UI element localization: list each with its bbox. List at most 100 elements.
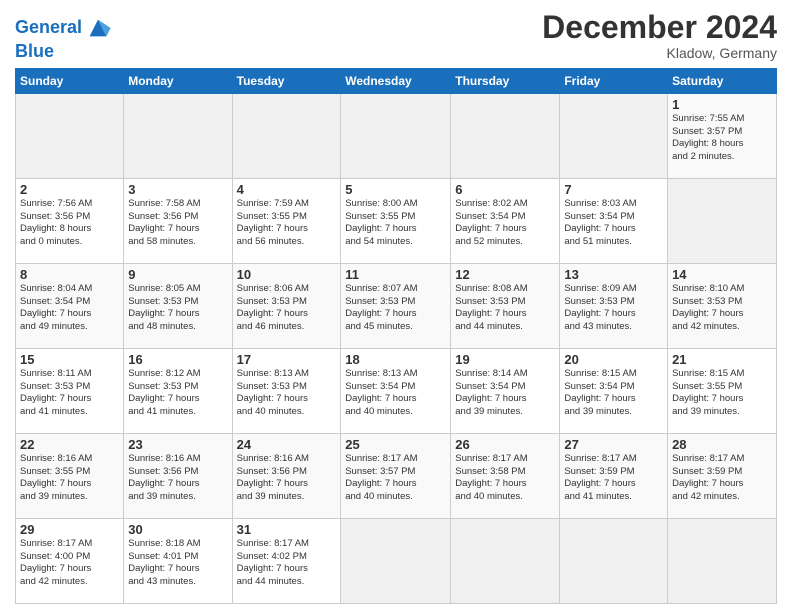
day-number: 4 xyxy=(237,182,337,197)
day-info: Sunrise: 8:17 AM Sunset: 4:02 PM Dayligh… xyxy=(237,538,337,589)
header-row: General Blue December 2024 Kladow, Germa… xyxy=(15,10,777,62)
week-row-2: 8Sunrise: 8:04 AM Sunset: 3:54 PM Daylig… xyxy=(16,263,777,348)
logo-blue-text: Blue xyxy=(15,42,112,62)
table-row: 28Sunrise: 8:17 AM Sunset: 3:59 PM Dayli… xyxy=(668,433,777,518)
day-number: 18 xyxy=(345,352,446,367)
table-row: 24Sunrise: 8:16 AM Sunset: 3:56 PM Dayli… xyxy=(232,433,341,518)
table-row: 22Sunrise: 8:16 AM Sunset: 3:55 PM Dayli… xyxy=(16,433,124,518)
day-info: Sunrise: 8:15 AM Sunset: 3:54 PM Dayligh… xyxy=(564,368,663,419)
calendar-table: Sunday Monday Tuesday Wednesday Thursday… xyxy=(15,68,777,604)
day-number: 22 xyxy=(20,437,119,452)
subtitle: Kladow, Germany xyxy=(542,45,777,61)
day-number: 6 xyxy=(455,182,555,197)
table-row xyxy=(124,93,232,178)
table-row: 25Sunrise: 8:17 AM Sunset: 3:57 PM Dayli… xyxy=(341,433,451,518)
table-row: 7Sunrise: 8:03 AM Sunset: 3:54 PM Daylig… xyxy=(560,178,668,263)
page-container: General Blue December 2024 Kladow, Germa… xyxy=(0,0,792,614)
month-title: December 2024 xyxy=(542,10,777,45)
day-number: 8 xyxy=(20,267,119,282)
table-row: 18Sunrise: 8:13 AM Sunset: 3:54 PM Dayli… xyxy=(341,348,451,433)
day-number: 19 xyxy=(455,352,555,367)
table-row xyxy=(560,93,668,178)
day-info: Sunrise: 7:59 AM Sunset: 3:55 PM Dayligh… xyxy=(237,198,337,249)
table-row: 12Sunrise: 8:08 AM Sunset: 3:53 PM Dayli… xyxy=(451,263,560,348)
day-info: Sunrise: 7:58 AM Sunset: 3:56 PM Dayligh… xyxy=(128,198,227,249)
table-row: 29Sunrise: 8:17 AM Sunset: 4:00 PM Dayli… xyxy=(16,518,124,603)
table-row: 3Sunrise: 7:58 AM Sunset: 3:56 PM Daylig… xyxy=(124,178,232,263)
day-number: 3 xyxy=(128,182,227,197)
day-number: 7 xyxy=(564,182,663,197)
table-row xyxy=(16,93,124,178)
day-number: 2 xyxy=(20,182,119,197)
day-number: 11 xyxy=(345,267,446,282)
table-row: 30Sunrise: 8:18 AM Sunset: 4:01 PM Dayli… xyxy=(124,518,232,603)
day-info: Sunrise: 8:05 AM Sunset: 3:53 PM Dayligh… xyxy=(128,283,227,334)
table-row: 2Sunrise: 7:56 AM Sunset: 3:56 PM Daylig… xyxy=(16,178,124,263)
table-row: 15Sunrise: 8:11 AM Sunset: 3:53 PM Dayli… xyxy=(16,348,124,433)
table-row: 11Sunrise: 8:07 AM Sunset: 3:53 PM Dayli… xyxy=(341,263,451,348)
table-row: 21Sunrise: 8:15 AM Sunset: 3:55 PM Dayli… xyxy=(668,348,777,433)
day-info: Sunrise: 8:00 AM Sunset: 3:55 PM Dayligh… xyxy=(345,198,446,249)
day-info: Sunrise: 8:17 AM Sunset: 3:58 PM Dayligh… xyxy=(455,453,555,504)
day-info: Sunrise: 8:13 AM Sunset: 3:53 PM Dayligh… xyxy=(237,368,337,419)
table-row xyxy=(341,518,451,603)
day-info: Sunrise: 8:12 AM Sunset: 3:53 PM Dayligh… xyxy=(128,368,227,419)
day-info: Sunrise: 8:17 AM Sunset: 3:59 PM Dayligh… xyxy=(564,453,663,504)
table-row: 23Sunrise: 8:16 AM Sunset: 3:56 PM Dayli… xyxy=(124,433,232,518)
day-number: 5 xyxy=(345,182,446,197)
header-friday: Friday xyxy=(560,68,668,93)
table-row xyxy=(451,93,560,178)
table-row: 1Sunrise: 7:55 AM Sunset: 3:57 PM Daylig… xyxy=(668,93,777,178)
day-number: 13 xyxy=(564,267,663,282)
day-number: 15 xyxy=(20,352,119,367)
title-area: December 2024 Kladow, Germany xyxy=(542,10,777,61)
header-wednesday: Wednesday xyxy=(341,68,451,93)
day-info: Sunrise: 8:14 AM Sunset: 3:54 PM Dayligh… xyxy=(455,368,555,419)
day-number: 16 xyxy=(128,352,227,367)
header-row-days: Sunday Monday Tuesday Wednesday Thursday… xyxy=(16,68,777,93)
header-saturday: Saturday xyxy=(668,68,777,93)
day-info: Sunrise: 8:09 AM Sunset: 3:53 PM Dayligh… xyxy=(564,283,663,334)
table-row: 31Sunrise: 8:17 AM Sunset: 4:02 PM Dayli… xyxy=(232,518,341,603)
table-row xyxy=(451,518,560,603)
table-row: 14Sunrise: 8:10 AM Sunset: 3:53 PM Dayli… xyxy=(668,263,777,348)
day-info: Sunrise: 8:17 AM Sunset: 4:00 PM Dayligh… xyxy=(20,538,119,589)
table-row xyxy=(668,178,777,263)
header-monday: Monday xyxy=(124,68,232,93)
table-row: 17Sunrise: 8:13 AM Sunset: 3:53 PM Dayli… xyxy=(232,348,341,433)
week-row-0: 1Sunrise: 7:55 AM Sunset: 3:57 PM Daylig… xyxy=(16,93,777,178)
day-number: 23 xyxy=(128,437,227,452)
table-row: 16Sunrise: 8:12 AM Sunset: 3:53 PM Dayli… xyxy=(124,348,232,433)
table-row: 13Sunrise: 8:09 AM Sunset: 3:53 PM Dayli… xyxy=(560,263,668,348)
day-info: Sunrise: 8:03 AM Sunset: 3:54 PM Dayligh… xyxy=(564,198,663,249)
day-number: 31 xyxy=(237,522,337,537)
day-number: 10 xyxy=(237,267,337,282)
header-tuesday: Tuesday xyxy=(232,68,341,93)
logo-icon xyxy=(84,14,112,42)
day-info: Sunrise: 8:08 AM Sunset: 3:53 PM Dayligh… xyxy=(455,283,555,334)
day-number: 20 xyxy=(564,352,663,367)
table-row xyxy=(668,518,777,603)
table-row: 5Sunrise: 8:00 AM Sunset: 3:55 PM Daylig… xyxy=(341,178,451,263)
day-info: Sunrise: 8:16 AM Sunset: 3:56 PM Dayligh… xyxy=(128,453,227,504)
table-row xyxy=(341,93,451,178)
day-number: 12 xyxy=(455,267,555,282)
day-info: Sunrise: 8:16 AM Sunset: 3:55 PM Dayligh… xyxy=(20,453,119,504)
table-row: 9Sunrise: 8:05 AM Sunset: 3:53 PM Daylig… xyxy=(124,263,232,348)
table-row xyxy=(232,93,341,178)
day-number: 24 xyxy=(237,437,337,452)
day-info: Sunrise: 8:13 AM Sunset: 3:54 PM Dayligh… xyxy=(345,368,446,419)
day-info: Sunrise: 8:02 AM Sunset: 3:54 PM Dayligh… xyxy=(455,198,555,249)
header-sunday: Sunday xyxy=(16,68,124,93)
day-number: 27 xyxy=(564,437,663,452)
table-row: 26Sunrise: 8:17 AM Sunset: 3:58 PM Dayli… xyxy=(451,433,560,518)
header-thursday: Thursday xyxy=(451,68,560,93)
day-number: 28 xyxy=(672,437,772,452)
table-row xyxy=(560,518,668,603)
day-info: Sunrise: 8:17 AM Sunset: 3:59 PM Dayligh… xyxy=(672,453,772,504)
day-info: Sunrise: 8:10 AM Sunset: 3:53 PM Dayligh… xyxy=(672,283,772,334)
day-number: 9 xyxy=(128,267,227,282)
week-row-5: 29Sunrise: 8:17 AM Sunset: 4:00 PM Dayli… xyxy=(16,518,777,603)
day-number: 29 xyxy=(20,522,119,537)
table-row: 6Sunrise: 8:02 AM Sunset: 3:54 PM Daylig… xyxy=(451,178,560,263)
